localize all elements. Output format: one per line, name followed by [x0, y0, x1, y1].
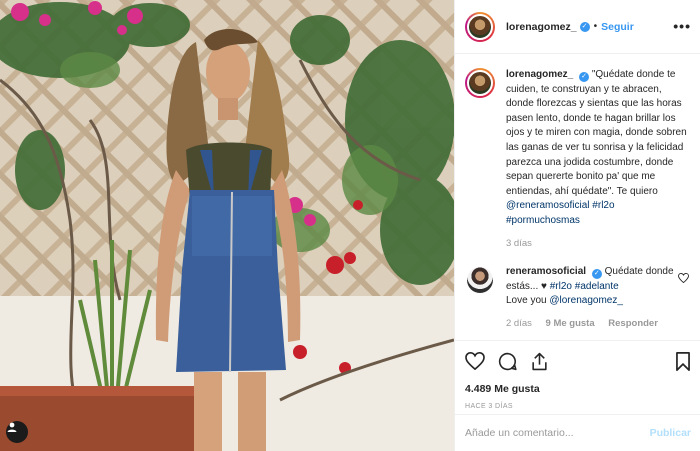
add-comment-bar: Publicar — [455, 414, 700, 451]
likes-count[interactable]: 4.489 Me gusta — [465, 383, 691, 395]
caption-mention[interactable]: @reneramosoficial — [506, 200, 590, 211]
follow-button[interactable]: Seguir — [601, 21, 634, 33]
black-heart-emoji: ♥ — [541, 280, 547, 292]
comment-hashtag[interactable]: #adelante — [575, 281, 619, 292]
commenter-avatar[interactable] — [467, 267, 493, 294]
comment-time[interactable]: 2 días — [506, 318, 532, 329]
comments-list[interactable]: lorenagomez_ ✓ "Quédate donde te cuiden,… — [455, 54, 700, 340]
post-sidebar: lorenagomez_ ✓ • Seguir ••• lorenagomez_… — [454, 0, 700, 451]
commenter-username[interactable]: reneramosoficial — [506, 266, 586, 277]
heart-icon[interactable] — [465, 352, 485, 370]
more-options-icon[interactable]: ••• — [673, 18, 691, 34]
caption-avatar[interactable] — [465, 68, 495, 98]
comment-mention[interactable]: @lorenagomez_ — [549, 295, 623, 306]
comment-input[interactable] — [465, 427, 650, 439]
caption-time[interactable]: 3 días — [506, 238, 532, 249]
comment-likes[interactable]: 9 Me gusta — [546, 318, 595, 329]
post-photo[interactable] — [0, 0, 454, 451]
comment-hashtag[interactable]: #rl2o — [550, 281, 572, 292]
share-icon[interactable] — [530, 352, 549, 371]
comment-icon[interactable] — [498, 352, 517, 371]
publish-button[interactable]: Publicar — [650, 427, 691, 439]
verified-icon: ✓ — [579, 72, 590, 82]
author-username[interactable]: lorenagomez_ — [506, 21, 577, 33]
photo-illustration — [0, 0, 454, 451]
reply-button[interactable]: Responder — [608, 318, 658, 329]
author-avatar[interactable] — [465, 11, 495, 42]
caption-text: "Quédate donde te cuiden, te construyan … — [506, 69, 687, 197]
verified-icon: ✓ — [579, 21, 590, 32]
post-actions: 4.489 Me gusta HACE 3 DÍAS — [455, 340, 700, 410]
verified-icon: ✓ — [591, 269, 602, 280]
post-date: HACE 3 DÍAS — [465, 403, 513, 410]
separator-dot: • — [593, 21, 598, 32]
caption: lorenagomez_ ✓ "Quédate donde te cuiden,… — [465, 68, 689, 251]
comment-like-heart-icon[interactable] — [678, 273, 689, 286]
caption-username[interactable]: lorenagomez_ — [506, 69, 573, 80]
post-header: lorenagomez_ ✓ • Seguir ••• — [455, 0, 700, 54]
comment-text-line2: Love you — [506, 295, 547, 307]
comment-item: reneramosoficial ✓ Quédate donde estás..… — [465, 265, 689, 331]
bookmark-icon[interactable] — [675, 351, 691, 371]
user-tag-icon[interactable] — [6, 421, 28, 443]
